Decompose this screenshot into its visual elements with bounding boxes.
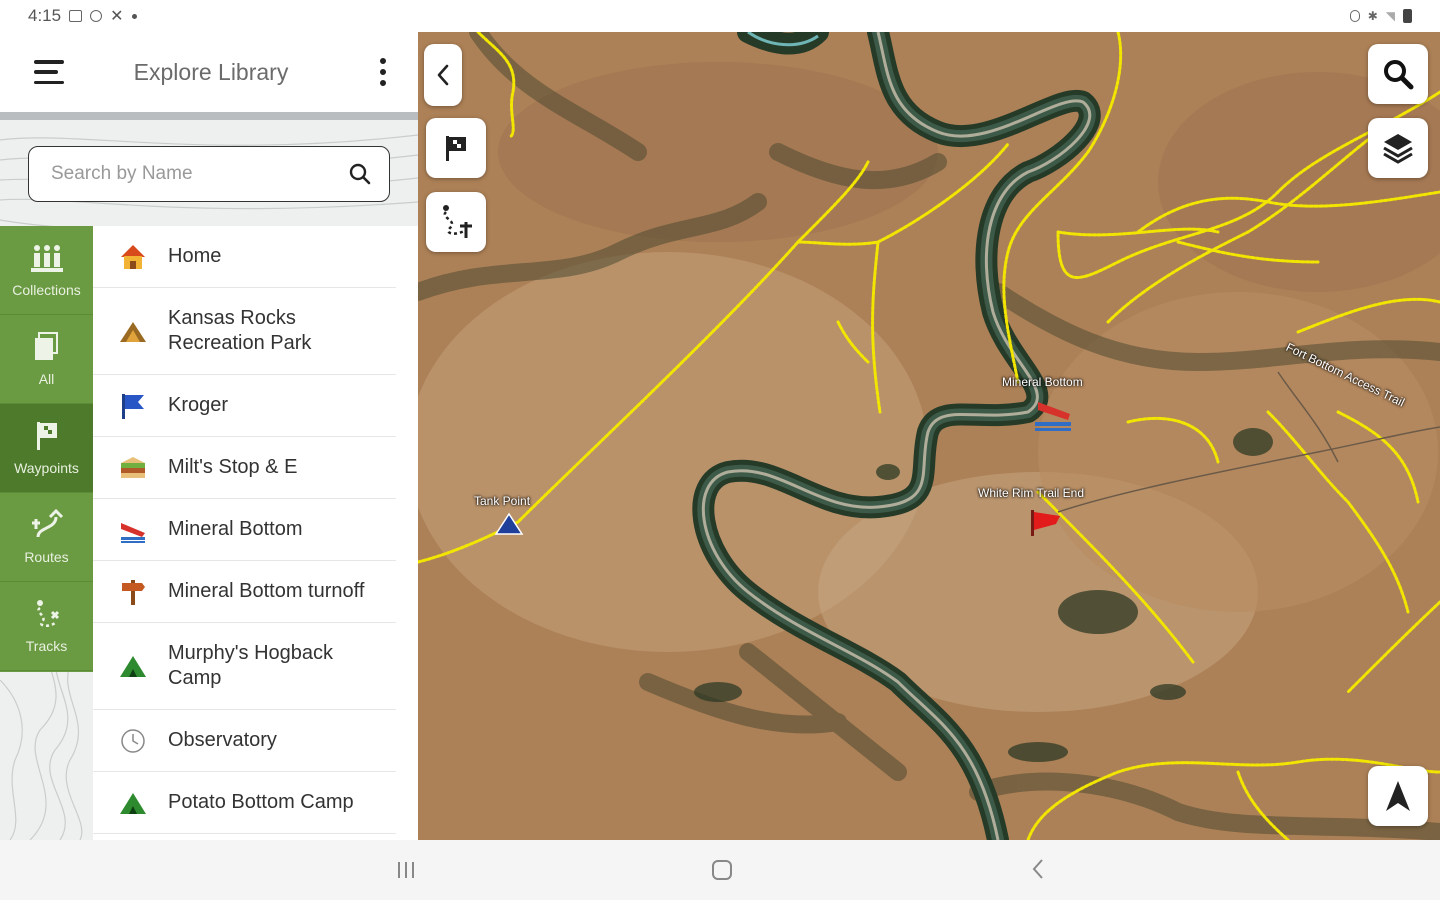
list-item[interactable]: Mineral Bottom [93,499,396,561]
home-button[interactable] [710,856,734,887]
page-title: Explore Library [133,58,289,85]
tab-label: All [38,371,55,387]
overflow-menu-icon[interactable] [374,54,392,90]
wifi-calling-icon [90,10,103,22]
list-item-label: Potato Bottom Camp [168,791,354,813]
layers-icon [1383,134,1413,164]
list-item[interactable]: Milt's Stop & E [93,437,396,499]
list-item-label: Mineral Bottom turnoff [168,580,365,602]
map-label-mineral-bottom: Mineral Bottom [1002,375,1083,389]
navigation-arrow-icon [1386,781,1410,811]
food-icon [117,452,149,484]
tab-label: Waypoints [14,460,79,476]
waypoint-flag-icon [446,136,466,161]
home-icon [117,241,149,273]
list-item-label: Mineral Bottom [168,518,303,540]
map-label-white-rim: White Rim Trail End [978,486,1085,500]
gallery-notification-icon [69,10,83,22]
system-navigation-bar [0,840,1440,900]
library-tabs: Collections All Waypoints Routes Tracks [0,226,93,672]
toolbar-divider [0,112,418,120]
campsite-icon [117,650,149,682]
observatory-icon [117,725,149,757]
list-item-label: Home [168,245,222,267]
list-item-label: Observatory [168,729,277,751]
create-route-button[interactable] [426,192,486,252]
waypoint-flag-icon [36,422,57,450]
flag-icon [117,390,149,422]
back-icon [1032,859,1043,879]
explore-library-panel: Explore Library Search by Name Collectio… [0,32,418,840]
recents-icon [398,862,414,878]
search-icon[interactable] [347,161,373,187]
add-waypoint-button[interactable] [426,118,486,178]
recent-apps-button[interactable] [396,856,416,887]
more-notifications-icon [131,13,137,19]
list-item[interactable]: Home [93,226,396,288]
route-create-icon [443,205,472,238]
park-icon [117,315,149,347]
signpost-icon [117,576,149,608]
list-item[interactable]: Murphy's Hogback Camp [93,623,396,710]
boat-launch-icon [117,514,149,546]
all-icon [34,332,58,360]
map-view[interactable]: Mineral Bottom White Rim Trail End Tank … [418,32,1440,840]
locate-me-button[interactable] [1368,766,1428,826]
map-label-tank-point: Tank Point [474,494,531,508]
alarm-icon [1349,10,1360,22]
tab-routes[interactable]: Routes [0,493,93,582]
tab-label: Routes [24,549,69,565]
tab-tracks[interactable]: Tracks [0,582,93,671]
tab-all[interactable]: All [0,315,93,404]
home-nav-icon [712,860,732,880]
tab-waypoints[interactable]: Waypoints [0,404,93,493]
back-button[interactable] [1028,856,1048,887]
status-bar: 4:15 ✕ ✱ ◥ [0,0,1440,32]
collapse-panel-button[interactable] [424,44,462,106]
map-search-button[interactable] [1368,44,1428,104]
close-notification-icon: ✕ [110,8,124,25]
list-item[interactable]: Kroger [93,375,396,437]
collections-icon [30,245,63,272]
route-icon [31,509,63,538]
list-item-label: Murphy's Hogback Camp [168,642,333,689]
search-box [28,146,390,202]
wifi-icon: ◥ [1385,9,1395,23]
tab-label: Tracks [25,638,68,654]
list-item-label: Milt's Stop & E [168,456,298,478]
list-item[interactable]: Kansas Rocks Recreation Park [93,288,396,375]
list-item[interactable]: Mineral Bottom turnoff [93,561,396,623]
map-layers-button[interactable] [1368,118,1428,178]
tab-collections[interactable]: Collections [0,226,93,315]
track-icon [36,600,59,627]
satellite-terrain [418,32,1440,840]
waypoint-list: Home Kansas Rocks Recreation Park Kroger… [93,226,418,840]
list-item[interactable]: Potato Bottom Camp [93,772,396,834]
search-input[interactable] [51,163,347,185]
list-item-label: Kansas Rocks Recreation Park [168,307,312,354]
tab-label: Collections [12,282,81,298]
app-toolbar: Explore Library [0,32,418,112]
campsite-icon [117,787,149,819]
status-time: 4:15 [28,6,62,25]
list-item-label: Kroger [168,394,229,416]
list-item[interactable]: Observatory [93,710,396,772]
search-icon [1384,60,1414,90]
chevron-left-icon [437,64,449,86]
battery-icon [1403,9,1412,23]
bluetooth-icon: ✱ [1367,9,1378,23]
